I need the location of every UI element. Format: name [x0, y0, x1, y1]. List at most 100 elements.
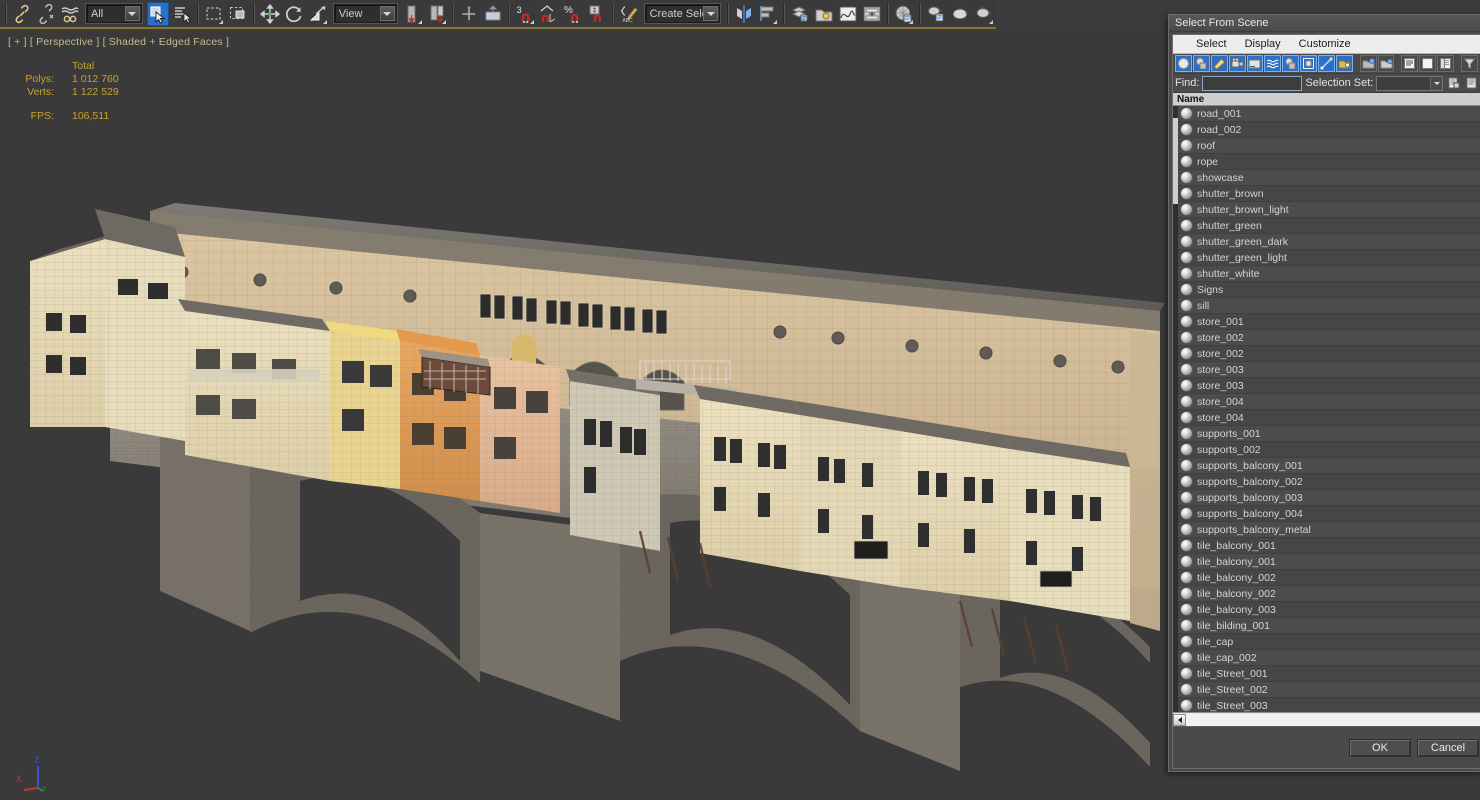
- rendered-frame-window-button[interactable]: [949, 2, 971, 26]
- spinner-snap-button[interactable]: [586, 2, 608, 26]
- funnel-filter-button[interactable]: [1460, 55, 1478, 72]
- unlink-button[interactable]: [35, 2, 57, 26]
- list-item[interactable]: tile_Street_002: [1178, 682, 1480, 698]
- display-shapes-toggle[interactable]: [1192, 55, 1210, 72]
- list-item[interactable]: Signs: [1178, 282, 1480, 298]
- display-groups-toggle[interactable]: [1282, 55, 1300, 72]
- chevron-down-icon[interactable]: [703, 6, 718, 21]
- list-item[interactable]: supports_balcony_metal: [1178, 522, 1480, 538]
- list-item[interactable]: shutter_white: [1178, 266, 1480, 282]
- list-item[interactable]: tile_balcony_001: [1178, 554, 1480, 570]
- list-item[interactable]: tile_balcony_003: [1178, 602, 1480, 618]
- list-item[interactable]: tile_bilding_001: [1178, 618, 1480, 634]
- list-item[interactable]: supports_002: [1178, 442, 1480, 458]
- render-setup-button[interactable]: [925, 2, 947, 26]
- select-and-manipulate-button[interactable]: [458, 2, 480, 26]
- list-item[interactable]: store_003: [1178, 362, 1480, 378]
- list-item[interactable]: shutter_brown: [1178, 186, 1480, 202]
- snaps-toggle-3d-button[interactable]: 3: [514, 2, 536, 26]
- hscroll-track[interactable]: [1186, 713, 1480, 726]
- flat-list-button[interactable]: [1419, 55, 1437, 72]
- list-vertical-scrollbar[interactable]: [1173, 106, 1178, 712]
- viewport-label[interactable]: [ + ] [ Perspective ] [ Shaded + Edged F…: [8, 36, 229, 48]
- window-crossing-button[interactable]: [227, 2, 249, 26]
- list-item[interactable]: showcase: [1178, 170, 1480, 186]
- render-production-button[interactable]: [973, 2, 995, 26]
- list-item[interactable]: tile_cap_002: [1178, 650, 1480, 666]
- menu-select[interactable]: Select: [1187, 37, 1236, 51]
- chevron-down-icon[interactable]: [1430, 76, 1442, 90]
- display-containers-toggle[interactable]: [1335, 55, 1353, 72]
- angle-snap-button[interactable]: [538, 2, 560, 26]
- list-item[interactable]: tile_balcony_002: [1178, 570, 1480, 586]
- menu-display[interactable]: Display: [1236, 37, 1290, 51]
- layer-explorer-button[interactable]: [789, 2, 811, 26]
- list-item[interactable]: shutter_green_dark: [1178, 234, 1480, 250]
- snap-toggle-button[interactable]: [482, 2, 504, 26]
- display-bones-toggle[interactable]: [1318, 55, 1335, 72]
- use-selection-center-button[interactable]: [426, 2, 448, 26]
- menu-customize[interactable]: Customize: [1290, 37, 1360, 51]
- display-geometry-toggle[interactable]: [1175, 55, 1192, 72]
- list-item[interactable]: store_002: [1178, 346, 1480, 362]
- select-and-move-button[interactable]: [259, 2, 281, 26]
- display-xrefs-toggle[interactable]: [1300, 55, 1317, 72]
- scene-object-list[interactable]: road_001 road_002 roof rope showcase shutter_…: [1178, 106, 1480, 712]
- dialog-title-bar[interactable]: Select From Scene: [1169, 15, 1480, 32]
- select-children-button[interactable]: [1359, 55, 1377, 72]
- find-input[interactable]: [1202, 75, 1303, 91]
- list-item[interactable]: sill: [1178, 298, 1480, 314]
- list-item[interactable]: shutter_green_light: [1178, 250, 1480, 266]
- material-editor-button[interactable]: [893, 2, 915, 26]
- scrollbar-thumb[interactable]: [1173, 118, 1178, 204]
- scene-explorer-button[interactable]: [813, 2, 835, 26]
- selection-set-combo[interactable]: [1376, 75, 1443, 91]
- display-lights-toggle[interactable]: [1210, 55, 1228, 72]
- list-item[interactable]: tile_Street_001: [1178, 666, 1480, 682]
- use-pivot-center-button[interactable]: [402, 2, 424, 26]
- select-influences-button[interactable]: [1377, 55, 1395, 72]
- select-and-scale-button[interactable]: [307, 2, 329, 26]
- select-and-rotate-button[interactable]: [283, 2, 305, 26]
- list-item[interactable]: shutter_brown_light: [1178, 202, 1480, 218]
- list-item[interactable]: road_001: [1178, 106, 1480, 122]
- list-item[interactable]: supports_balcony_002: [1178, 474, 1480, 490]
- chevron-down-icon[interactable]: [379, 6, 395, 21]
- list-horizontal-scrollbar[interactable]: [1173, 712, 1480, 726]
- list-item[interactable]: store_004: [1178, 410, 1480, 426]
- schematic-view-button[interactable]: [861, 2, 883, 26]
- select-from-scene-dialog[interactable]: Select From Scene Select Display Customi…: [1168, 14, 1480, 772]
- rectangular-selection-region-button[interactable]: [203, 2, 225, 26]
- list-item[interactable]: store_003: [1178, 378, 1480, 394]
- scroll-left-button[interactable]: [1173, 713, 1186, 726]
- named-selection-set-combo[interactable]: Create Selection Se: [644, 4, 720, 23]
- list-view-button[interactable]: [1401, 55, 1419, 72]
- hierarchy-list-button[interactable]: [1437, 55, 1455, 72]
- list-item[interactable]: tile_balcony_002: [1178, 586, 1480, 602]
- list-item[interactable]: roof: [1178, 138, 1480, 154]
- list-item[interactable]: supports_balcony_003: [1178, 490, 1480, 506]
- save-selection-set-icon[interactable]: [1446, 76, 1461, 91]
- display-space-warps-toggle[interactable]: [1264, 55, 1282, 72]
- bind-space-warp-button[interactable]: [59, 2, 81, 26]
- list-item[interactable]: store_002: [1178, 330, 1480, 346]
- select-by-name-button[interactable]: [171, 2, 193, 26]
- mirror-button[interactable]: [733, 2, 755, 26]
- list-item[interactable]: supports_001: [1178, 426, 1480, 442]
- curve-editor-button[interactable]: [837, 2, 859, 26]
- reference-coordinate-combo[interactable]: View: [333, 4, 397, 23]
- list-item[interactable]: supports_balcony_001: [1178, 458, 1480, 474]
- cancel-button[interactable]: Cancel: [1417, 738, 1479, 757]
- scene-object-list-container[interactable]: road_001 road_002 roof rope showcase shutter_…: [1173, 106, 1480, 712]
- list-item[interactable]: road_002: [1178, 122, 1480, 138]
- display-cameras-toggle[interactable]: [1228, 55, 1246, 72]
- chevron-down-icon[interactable]: [124, 6, 140, 21]
- list-item[interactable]: tile_balcony_001: [1178, 538, 1480, 554]
- select-link-button[interactable]: [11, 2, 33, 26]
- display-helpers-toggle[interactable]: [1246, 55, 1264, 72]
- list-column-header[interactable]: Name: [1173, 93, 1480, 106]
- list-item[interactable]: tile_Street_003: [1178, 698, 1480, 712]
- percent-snap-button[interactable]: %: [562, 2, 584, 26]
- list-item[interactable]: tile_cap: [1178, 634, 1480, 650]
- list-item[interactable]: store_004: [1178, 394, 1480, 410]
